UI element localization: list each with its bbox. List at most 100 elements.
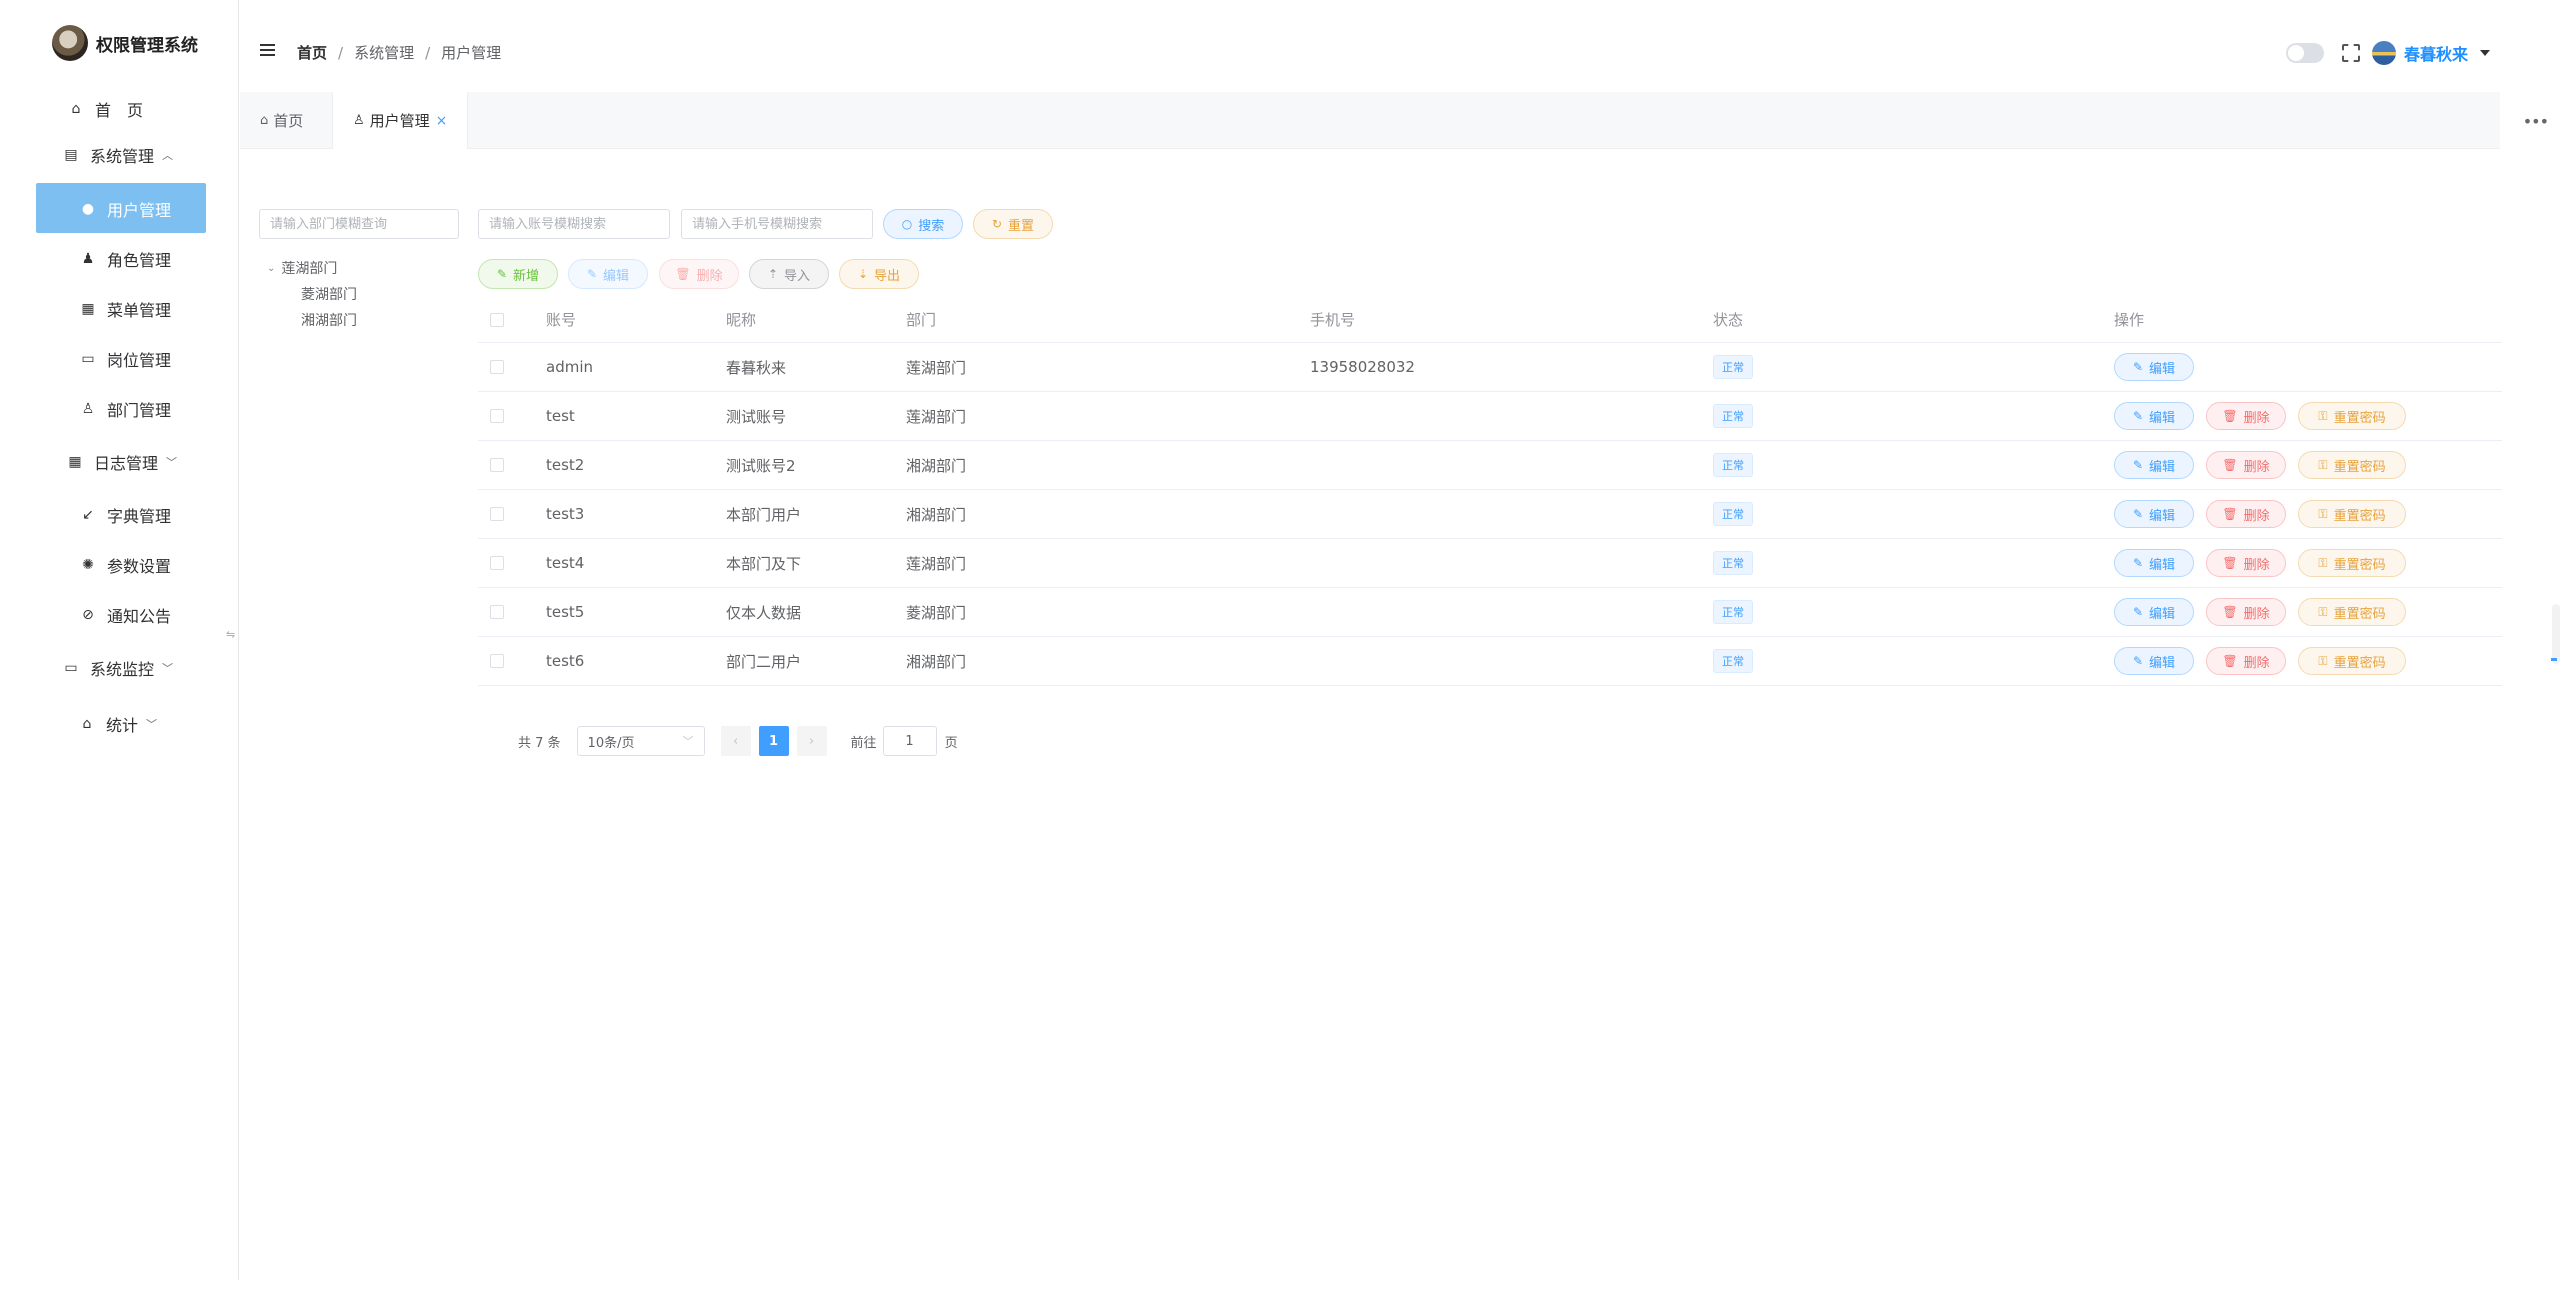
row-reset-password-button[interactable]: ⚿ 重置密码 <box>2298 647 2406 675</box>
row-delete-label: 删除 <box>2243 655 2270 671</box>
sidebar-item-label: 首 页 <box>95 101 144 120</box>
account-search-input[interactable] <box>478 209 670 239</box>
fullscreen-icon[interactable] <box>2341 44 2360 62</box>
row-checkbox[interactable] <box>490 507 504 521</box>
trash-icon: 🗑 <box>2222 605 2238 619</box>
row-delete-button[interactable]: 🗑 删除 <box>2206 647 2286 675</box>
sidebar-item-stats[interactable]: ⌂ 统计 ﹀ <box>78 712 157 736</box>
dept-search-input[interactable] <box>259 209 459 239</box>
select-all-checkbox[interactable] <box>490 312 504 327</box>
home-icon: ⌂ <box>260 113 269 128</box>
sidebar: 权限管理系统 ⌂ 首 页 ▤ 系统管理 ︿ ● 用户管理 ♟ 角色管理 ▦ 菜单… <box>0 0 239 1280</box>
page-size-select[interactable]: 10条/页 ﹀ <box>576 726 705 756</box>
sidebar-item-label: 统计 <box>106 716 139 735</box>
page-number-current[interactable]: 1 <box>758 726 789 756</box>
row-reset-password-button[interactable]: ⚿ 重置密码 <box>2298 451 2406 479</box>
row-edit-button[interactable]: ✎ 编辑 <box>2114 500 2194 528</box>
row-checkbox[interactable] <box>490 409 504 423</box>
row-checkbox[interactable] <box>490 654 504 668</box>
tree-node-child[interactable]: 菱湖部门 <box>301 284 357 304</box>
tab-home[interactable]: ⌂ 首页 <box>240 92 323 149</box>
sidebar-item-system[interactable]: ▤ 系统管理 ︿ <box>62 143 173 167</box>
status-cell: 正常 <box>1713 588 1753 636</box>
close-icon[interactable]: × <box>436 113 448 129</box>
scrollbar[interactable] <box>2552 604 2560 664</box>
user-icon: ♙ <box>353 113 365 128</box>
sidebar-item-notice[interactable]: ⊘ 通知公告 <box>79 603 171 627</box>
pagination-total: 共 7 条 <box>518 735 561 751</box>
status-cell: 正常 <box>1713 441 1753 489</box>
row-edit-button[interactable]: ✎ 编辑 <box>2114 451 2194 479</box>
row-reset-password-button[interactable]: ⚿ 重置密码 <box>2298 500 2406 528</box>
row-edit-button[interactable]: ✎ 编辑 <box>2114 598 2194 626</box>
sidebar-item-monitor[interactable]: ▭ 系统监控 ﹀ <box>62 656 173 680</box>
more-icon[interactable]: ••• <box>2523 112 2549 131</box>
row-delete-button[interactable]: 🗑 删除 <box>2206 598 2286 626</box>
row-reset-password-label: 重置密码 <box>2333 410 2386 426</box>
sidebar-item-menus[interactable]: ▦ 菜单管理 <box>79 297 171 321</box>
breadcrumb-system: 系统管理 <box>354 44 415 62</box>
account-cell: test <box>546 407 575 425</box>
export-button[interactable]: ⇣ 导出 <box>839 259 919 289</box>
tree-node-child[interactable]: 湘湖部门 <box>301 310 357 330</box>
column-header: 昵称 <box>726 311 757 329</box>
goto-page-input[interactable] <box>882 726 937 756</box>
reset-button[interactable]: ↻ 重置 <box>973 209 1053 239</box>
account-cell: test5 <box>546 603 585 621</box>
search-button[interactable]: ○ 搜索 <box>883 209 963 239</box>
row-checkbox[interactable] <box>490 360 504 374</box>
delete-button-label: 删除 <box>696 268 723 284</box>
row-checkbox[interactable] <box>490 605 504 619</box>
table-row: test3 本部门用户 湘湖部门 正常 ✎ 编辑 🗑 删除 ⚿ 重置密码 <box>478 490 2502 539</box>
row-reset-password-button[interactable]: ⚿ 重置密码 <box>2298 402 2406 430</box>
user-name[interactable]: 春暮秋来 <box>2404 41 2468 65</box>
page-size-value: 10条/页 <box>587 735 635 751</box>
tree-node-label: 莲湖部门 <box>281 261 338 277</box>
prev-page-button[interactable]: ‹ <box>720 726 751 756</box>
row-checkbox[interactable] <box>490 458 504 472</box>
trash-icon: 🗑 <box>2222 556 2238 570</box>
sidebar-item-depts[interactable]: ♙ 部门管理 <box>79 397 171 421</box>
sidebar-item-dict[interactable]: ↙ 字典管理 <box>79 503 171 527</box>
row-delete-button[interactable]: 🗑 删除 <box>2206 402 2286 430</box>
chevron-down-icon[interactable]: ⌄ <box>267 263 275 274</box>
row-delete-button[interactable]: 🗑 删除 <box>2206 500 2286 528</box>
delete-button[interactable]: 🗑 删除 <box>659 259 739 289</box>
sidebar-item-users[interactable]: ● 用户管理 <box>79 197 171 221</box>
user-icon: ● <box>81 201 95 217</box>
row-reset-password-button[interactable]: ⚿ 重置密码 <box>2298 549 2406 577</box>
theme-toggle[interactable] <box>2285 43 2324 63</box>
sidebar-collapse-handle[interactable]: ⇋ <box>226 628 235 641</box>
row-edit-button[interactable]: ✎ 编辑 <box>2114 353 2194 381</box>
dept-icon: ♙ <box>81 401 95 417</box>
table-row: test4 本部门及下 莲湖部门 正常 ✎ 编辑 🗑 删除 ⚿ 重置密码 <box>478 539 2502 588</box>
import-button[interactable]: ⇡ 导入 <box>749 259 829 289</box>
sidebar-item-roles[interactable]: ♟ 角色管理 <box>79 247 171 271</box>
status-badge: 正常 <box>1713 453 1753 477</box>
row-checkbox[interactable] <box>490 556 504 570</box>
sidebar-item-home[interactable]: ⌂ 首 页 <box>67 97 143 121</box>
sidebar-item-params[interactable]: ✺ 参数设置 <box>79 553 171 577</box>
tree-node-root[interactable]: ⌄ 莲湖部门 <box>267 258 337 278</box>
breadcrumb-home[interactable]: 首页 <box>297 42 327 63</box>
nickname-cell: 部门二用户 <box>726 652 802 671</box>
hamburger-icon[interactable] <box>260 44 275 56</box>
edit-button[interactable]: ✎ 编辑 <box>568 259 648 289</box>
sidebar-item-posts[interactable]: ▭ 岗位管理 <box>79 347 171 371</box>
row-reset-password-button[interactable]: ⚿ 重置密码 <box>2298 598 2406 626</box>
add-button[interactable]: ✎ 新增 <box>478 259 558 289</box>
next-page-button[interactable]: › <box>796 726 827 756</box>
edit-icon: ✎ <box>2132 654 2144 668</box>
avatar[interactable] <box>2371 41 2396 65</box>
row-delete-button[interactable]: 🗑 删除 <box>2206 549 2286 577</box>
row-delete-button[interactable]: 🗑 删除 <box>2206 451 2286 479</box>
caret-down-icon[interactable] <box>2480 50 2490 56</box>
edit-icon: ✎ <box>2132 360 2144 374</box>
row-edit-button[interactable]: ✎ 编辑 <box>2114 549 2194 577</box>
sidebar-item-logs[interactable]: ▦ 日志管理 ﹀ <box>66 450 177 474</box>
phone-search-input[interactable] <box>681 209 873 239</box>
tab-users[interactable]: ♙ 用户管理 × <box>332 92 469 149</box>
row-edit-button[interactable]: ✎ 编辑 <box>2114 402 2194 430</box>
row-edit-button[interactable]: ✎ 编辑 <box>2114 647 2194 675</box>
status-cell: 正常 <box>1713 343 1753 391</box>
